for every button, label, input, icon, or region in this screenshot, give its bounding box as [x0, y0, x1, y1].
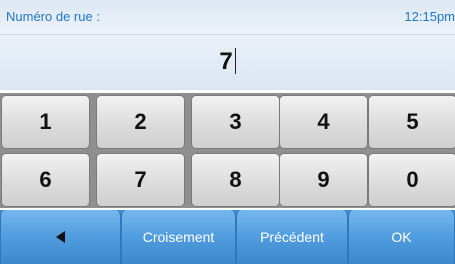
previous-label: Précédent: [260, 229, 324, 245]
previous-button[interactable]: Précédent: [236, 210, 348, 264]
ok-button[interactable]: OK: [348, 210, 455, 264]
crossing-button[interactable]: Croisement: [121, 210, 236, 264]
key-7[interactable]: 7: [96, 153, 185, 207]
key-8[interactable]: 8: [191, 153, 280, 207]
text-cursor: [234, 48, 236, 74]
left-arrow-icon: [56, 231, 65, 243]
key-0[interactable]: 0: [368, 153, 455, 207]
key-9[interactable]: 9: [279, 153, 368, 207]
key-6[interactable]: 6: [1, 153, 90, 207]
crossing-label: Croisement: [142, 229, 215, 245]
street-number-screen: Numéro de rue : 12:15pm 7 1 2 3 4 5 6 7 …: [0, 0, 455, 264]
field-title: Numéro de rue :: [6, 9, 100, 24]
key-2[interactable]: 2: [96, 95, 185, 149]
header-bar: Numéro de rue : 12:15pm: [0, 0, 455, 35]
ok-label: OK: [391, 229, 412, 245]
key-3[interactable]: 3: [191, 95, 280, 149]
back-button[interactable]: [0, 210, 121, 264]
clock: 12:15pm: [404, 9, 455, 24]
key-1[interactable]: 1: [1, 95, 90, 149]
numeric-keypad: 1 2 3 4 5 6 7 8 9 0: [0, 93, 455, 208]
bottom-action-bar: Croisement Précédent OK: [0, 210, 455, 264]
entry-value: 7: [219, 48, 233, 75]
entry-value-wrap: 7: [0, 47, 455, 77]
key-4[interactable]: 4: [279, 95, 368, 149]
number-entry-field[interactable]: 7: [0, 35, 455, 90]
key-5[interactable]: 5: [368, 95, 455, 149]
